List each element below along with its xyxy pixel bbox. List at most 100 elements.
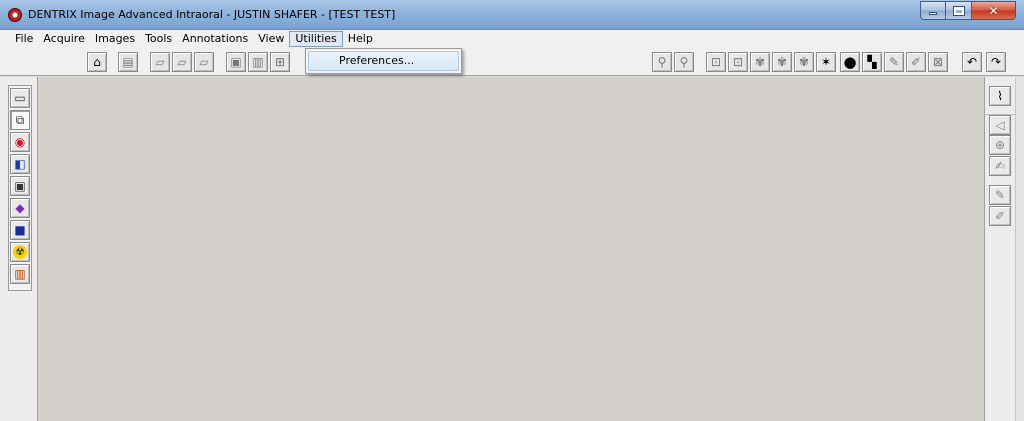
menu-bar: File Acquire Images Tools Annotations Vi…: [0, 30, 1024, 48]
menu-help[interactable]: Help: [343, 31, 378, 47]
print-icon: ▥: [252, 55, 264, 69]
right-scrollbar[interactable]: [1015, 77, 1024, 421]
ruler-button[interactable]: ⊕: [989, 135, 1011, 155]
audio-icon: ◁: [995, 118, 1005, 132]
book-icon: ◆: [15, 201, 25, 215]
note-icon: ✍: [994, 159, 1006, 173]
pen-icon: ✎: [888, 55, 900, 69]
redo-icon: ↷: [990, 55, 1002, 69]
flip-icon: ⊡: [732, 55, 744, 69]
note-button[interactable]: ✍: [989, 156, 1011, 176]
book-button[interactable]: ◆: [10, 198, 30, 218]
redo-button[interactable]: ↷: [986, 52, 1006, 72]
window-controls: ✕: [920, 1, 1016, 20]
brightness-button[interactable]: ✶: [816, 52, 836, 72]
circle-icon: ●: [843, 53, 857, 71]
zoom-out-icon: ⚲: [679, 55, 689, 69]
tooth-enhance-button[interactable]: ✾: [794, 52, 814, 72]
minimize-button[interactable]: [920, 1, 946, 20]
zoom-in-button[interactable]: ⚲: [652, 52, 672, 72]
maximize-icon: [952, 5, 965, 16]
paperclip-icon: ⌇: [997, 89, 1003, 103]
save-icon: ▣: [230, 55, 242, 69]
lips-icon: ◉: [14, 135, 26, 149]
radiation-button[interactable]: ☢: [10, 242, 30, 262]
paste-button[interactable]: ▱: [172, 52, 192, 72]
audio-button[interactable]: ◁: [989, 115, 1011, 135]
copy-icon: ▱: [155, 55, 165, 69]
ruler-icon: ⊕: [994, 138, 1006, 152]
tooth-button[interactable]: ✾: [750, 52, 770, 72]
menu-file[interactable]: File: [10, 31, 38, 47]
zoom-in-icon: ⚲: [657, 55, 667, 69]
monitor-icon: ■: [14, 223, 26, 237]
paste-icon: ▱: [177, 55, 187, 69]
view-mode-group: ▭ ⧉ ◉ ◧ ▣ ◆ ■ ☢ ▥: [8, 85, 32, 291]
camera-button[interactable]: ◧: [10, 154, 30, 174]
pencil-button[interactable]: ✐: [989, 206, 1011, 226]
menu-utilities[interactable]: Utilities: [289, 31, 343, 47]
annotation-group: ◁ ⊕ ✍ ✎ ✐: [985, 114, 1015, 234]
chart-button[interactable]: ▥: [10, 264, 30, 284]
pen-icon: ✎: [994, 188, 1006, 202]
tv-button[interactable]: ▣: [10, 176, 30, 196]
radiation-icon: ☢: [13, 245, 27, 259]
menu-view[interactable]: View: [253, 31, 289, 47]
chart-icon: ▥: [14, 267, 26, 281]
sensor-icon: ▤: [122, 55, 134, 69]
circle-button[interactable]: ●: [840, 52, 860, 72]
menu-images[interactable]: Images: [90, 31, 140, 47]
menu-annotations[interactable]: Annotations: [177, 31, 253, 47]
grid-button[interactable]: ⊠: [928, 52, 948, 72]
camera-icon: ◧: [14, 157, 26, 171]
rotate-button[interactable]: ⊡: [706, 52, 726, 72]
attach-button[interactable]: ⌇: [989, 86, 1011, 106]
tooth-compare-icon: ✾: [776, 55, 788, 69]
utilities-dropdown: Preferences...: [305, 48, 462, 74]
title-bar: DENTRIX Image Advanced Intraoral - JUSTI…: [0, 0, 1024, 30]
save-button[interactable]: ▣: [226, 52, 246, 72]
right-toolbar: ⌇ ◁ ⊕ ✍ ✎ ✐: [984, 77, 1024, 421]
image-workspace[interactable]: [38, 77, 984, 421]
left-toolbar: ▭ ⧉ ◉ ◧ ▣ ◆ ■ ☢ ▥: [0, 77, 38, 421]
measure-button[interactable]: ✐: [906, 52, 926, 72]
tooth-capture-button[interactable]: ⌂: [87, 52, 107, 72]
menu-item-preferences[interactable]: Preferences...: [308, 51, 459, 71]
main-toolbar: ⌂ ▤ ▱ ▱ ▱ ▣ ▥ ⊞ ⚲ ⚲ ⊡ ⊡ ✾ ✾ ✾ ✶ ● ▚ ✎ ✐ …: [0, 48, 1024, 76]
print-button[interactable]: ▥: [248, 52, 268, 72]
brightness-icon: ✶: [820, 55, 832, 69]
draw-pen-button[interactable]: ✎: [989, 185, 1011, 205]
pen-button[interactable]: ✎: [884, 52, 904, 72]
rotate-icon: ⊡: [710, 55, 722, 69]
tooth-enhance-icon: ✾: [798, 55, 810, 69]
dentrix-app-icon[interactable]: [8, 8, 22, 22]
undo-button[interactable]: ↶: [962, 52, 982, 72]
tooth-compare-button[interactable]: ✾: [772, 52, 792, 72]
copy-button[interactable]: ▱: [150, 52, 170, 72]
monitor-button[interactable]: ■: [10, 220, 30, 240]
undo-icon: ↶: [966, 55, 978, 69]
contrast-icon: ▚: [867, 55, 877, 69]
menu-tools[interactable]: Tools: [140, 31, 177, 47]
close-button[interactable]: ✕: [972, 1, 1016, 20]
layout-button[interactable]: ⊞: [270, 52, 290, 72]
menu-acquire[interactable]: Acquire: [38, 31, 89, 47]
bitewing-button[interactable]: ⧉: [10, 110, 30, 130]
minimize-icon: [929, 12, 937, 15]
tooth-capture-icon: ⌂: [93, 55, 101, 69]
zoom-out-button[interactable]: ⚲: [674, 52, 694, 72]
sensor-button[interactable]: ▤: [118, 52, 138, 72]
tv-icon: ▣: [14, 179, 26, 193]
window-title: DENTRIX Image Advanced Intraoral - JUSTI…: [28, 8, 396, 21]
pencil-icon: ✐: [994, 209, 1006, 223]
lips-button[interactable]: ◉: [10, 132, 30, 152]
image-view-button[interactable]: ▭: [10, 88, 30, 108]
clipboard-button[interactable]: ▱: [194, 52, 214, 72]
tooth-icon: ✾: [754, 55, 766, 69]
grid-icon: ⊠: [932, 55, 944, 69]
maximize-button[interactable]: [946, 1, 972, 20]
layout-icon: ⊞: [274, 55, 286, 69]
bitewing-icon: ⧉: [15, 112, 25, 127]
contrast-button[interactable]: ▚: [862, 52, 882, 72]
flip-button[interactable]: ⊡: [728, 52, 748, 72]
